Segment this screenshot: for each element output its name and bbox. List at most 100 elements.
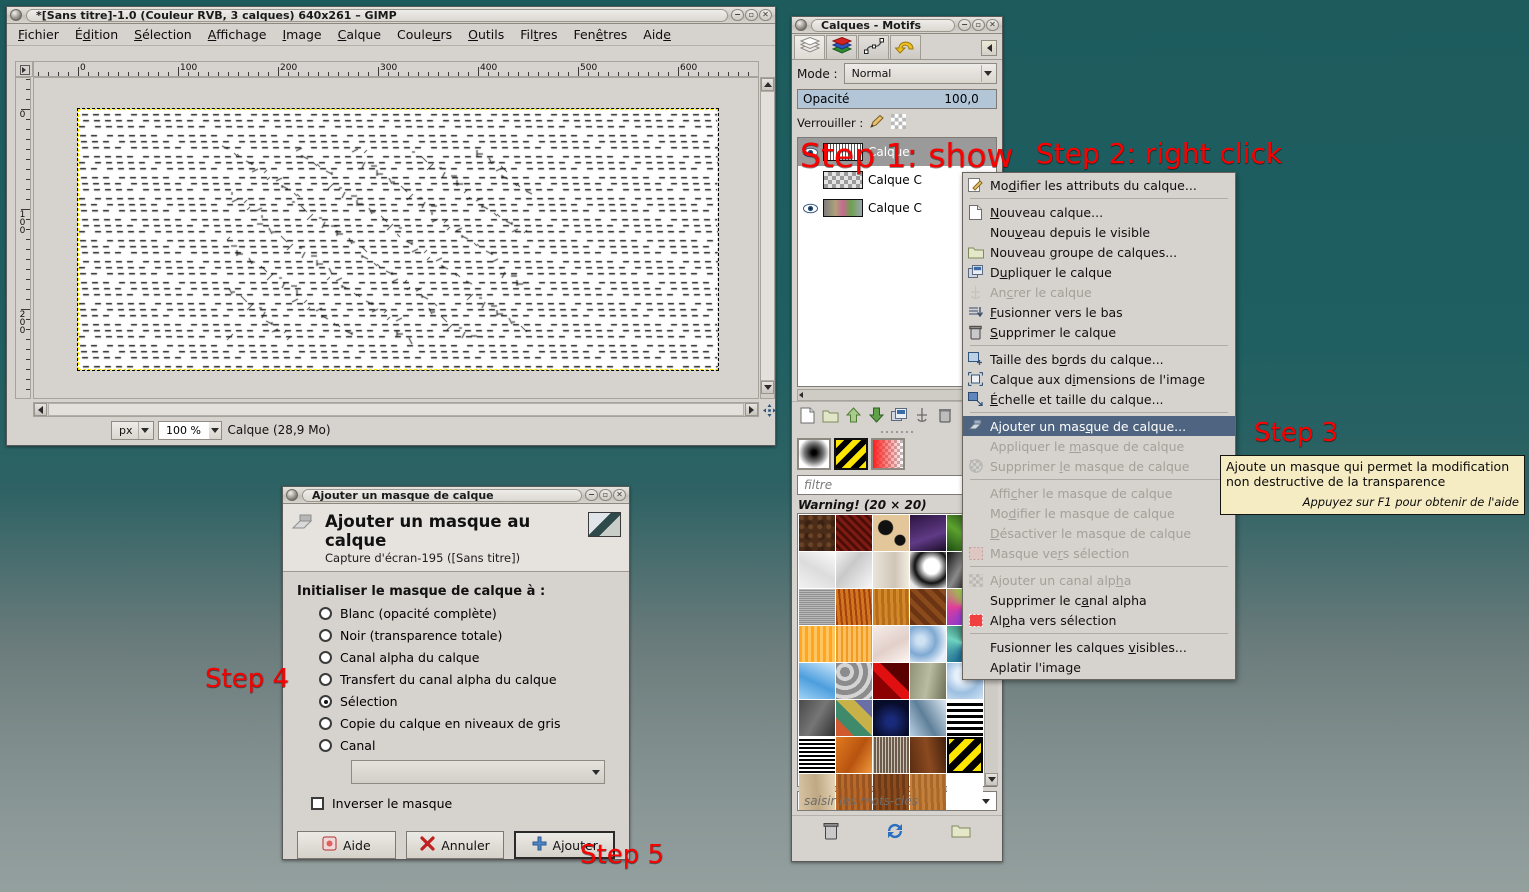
menu-calque[interactable]: Calque (331, 25, 388, 44)
tab-layers[interactable] (794, 35, 825, 59)
close-button[interactable]: ✕ (986, 19, 999, 31)
menu-item-supprimer-le-canal-alpha[interactable]: Supprimer le canal alpha (963, 590, 1235, 610)
pattern-swatch[interactable] (799, 700, 835, 736)
pattern-swatch[interactable] (799, 589, 835, 625)
dock-menu-button[interactable] (981, 40, 997, 56)
menu-item-chelle-et-taille-du-calque[interactable]: Échelle et taille du calque... (963, 389, 1235, 409)
pattern-swatch[interactable] (836, 589, 872, 625)
menu-item-nouveau-calque[interactable]: Nouveau calque... (963, 202, 1235, 222)
mask-init-option-0[interactable]: Blanc (opacité complète) (319, 606, 615, 621)
pattern-swatch[interactable] (873, 626, 909, 662)
refresh-icon[interactable] (885, 822, 905, 843)
pattern-swatch[interactable] (799, 552, 835, 588)
delete-icon[interactable] (823, 822, 839, 843)
pattern-swatch[interactable] (836, 663, 872, 699)
menu-outils[interactable]: Outils (461, 25, 511, 44)
pattern-swatch[interactable] (836, 737, 872, 773)
lock-alpha-icon[interactable] (891, 114, 907, 132)
menu-item-nouveau-depuis-le-visible[interactable]: Nouveau depuis le visible (963, 222, 1235, 242)
anchor-layer-icon[interactable] (913, 406, 931, 424)
pattern-indicator[interactable] (834, 438, 868, 470)
menu-item-nouveau-groupe-de-calques[interactable]: Nouveau groupe de calques... (963, 242, 1235, 262)
pattern-swatch[interactable] (799, 737, 835, 773)
mask-init-option-6[interactable]: Canal (319, 738, 615, 753)
pattern-swatch[interactable] (947, 737, 983, 773)
help-button[interactable]: Aide (297, 831, 396, 859)
brush-indicator[interactable] (797, 438, 831, 470)
zoom-dropdown-button[interactable] (208, 420, 222, 440)
close-button[interactable]: ✕ (759, 9, 772, 21)
mask-dialog-titlebar[interactable]: Ajouter un masque de calque − ▫ ✕ (283, 487, 629, 504)
patterns-grid[interactable] (798, 514, 984, 810)
maximize-button[interactable]: ▫ (745, 9, 758, 21)
new-layer-icon[interactable] (798, 406, 816, 424)
blend-mode-select[interactable]: Normal (843, 63, 997, 84)
pattern-swatch[interactable] (947, 700, 983, 736)
pattern-swatch[interactable] (799, 515, 835, 551)
pattern-swatch[interactable] (873, 589, 909, 625)
pattern-swatch[interactable] (873, 515, 909, 551)
mask-init-option-4[interactable]: Sélection (319, 694, 615, 709)
menu-edition[interactable]: Édition (68, 25, 125, 44)
mask-init-option-1[interactable]: Noir (transparence totale) (319, 628, 615, 643)
mask-init-option-3[interactable]: Transfert du canal alpha du calque (319, 672, 615, 687)
mask-init-option-2[interactable]: Canal alpha du calque (319, 650, 615, 665)
menu-selection[interactable]: Sélection (127, 25, 199, 44)
pattern-swatch[interactable] (836, 515, 872, 551)
menu-item-supprimer-le-calque[interactable]: Supprimer le calque (963, 322, 1235, 342)
menu-item-fusionner-les-calques-visibles[interactable]: Fusionner les calques visibles... (963, 637, 1235, 657)
pattern-swatch[interactable] (910, 515, 946, 551)
pattern-swatch[interactable] (910, 589, 946, 625)
menu-item-modifier-les-attributs-du-calque[interactable]: Modifier les attributs du calque... (963, 175, 1235, 195)
radio-button[interactable] (319, 673, 332, 686)
mask-init-option-5[interactable]: Copie du calque en niveaux de gris (319, 716, 615, 731)
radio-button[interactable] (319, 651, 332, 664)
cancel-button[interactable]: Annuler (405, 831, 505, 859)
channel-select[interactable] (351, 760, 605, 784)
radio-button[interactable] (319, 739, 332, 752)
new-group-icon[interactable] (821, 406, 839, 424)
maximize-button[interactable]: ▫ (972, 19, 985, 31)
canvas-area[interactable] (33, 77, 759, 399)
radio-button[interactable] (319, 695, 332, 708)
canvas-horizontal-scrollbar[interactable] (33, 402, 759, 417)
menu-item-calque-aux-dimensions-de-l-image[interactable]: Calque aux dimensions de l'image (963, 369, 1235, 389)
radio-button[interactable] (319, 629, 332, 642)
image-canvas[interactable] (77, 108, 719, 371)
canvas-vertical-scrollbar[interactable] (760, 77, 775, 399)
pattern-swatch[interactable] (947, 774, 983, 810)
menu-item-ajouter-un-masque-de-calque[interactable]: Ajouter un masque de calque... (963, 416, 1235, 436)
menu-item-dupliquer-le-calque[interactable]: Dupliquer le calque (963, 262, 1235, 282)
menu-item-taille-des-bords-du-calque[interactable]: Taille des bords du calque... (963, 349, 1235, 369)
invert-mask-row[interactable]: Inverser le masque (311, 796, 615, 811)
pattern-swatch[interactable] (910, 663, 946, 699)
delete-layer-icon[interactable] (936, 406, 954, 424)
menu-item-aplatir-l-image[interactable]: Aplatir l'image (963, 657, 1235, 677)
minimize-button[interactable]: − (731, 9, 744, 21)
radio-button[interactable] (319, 607, 332, 620)
tab-paths[interactable] (858, 35, 889, 59)
pattern-swatch[interactable] (799, 626, 835, 662)
tab-patterns[interactable] (826, 35, 857, 59)
duplicate-layer-icon[interactable] (890, 406, 908, 424)
menu-aide[interactable]: Aide (636, 25, 678, 44)
layer-visibility-icon[interactable] (802, 173, 818, 187)
layer-visibility-icon[interactable] (802, 201, 818, 215)
menu-filtres[interactable]: Filtres (513, 25, 564, 44)
lower-layer-icon[interactable] (867, 406, 885, 424)
unit-selector[interactable]: px (111, 420, 154, 440)
opacity-slider[interactable]: Opacité 100,0 (797, 89, 997, 109)
tab-undo-history[interactable] (890, 35, 921, 59)
pattern-swatch[interactable] (873, 552, 909, 588)
pattern-swatch[interactable] (910, 737, 946, 773)
minimize-button[interactable]: − (585, 489, 598, 501)
navigation-move-icon[interactable] (762, 403, 776, 417)
radio-button[interactable] (319, 717, 332, 730)
minimize-button[interactable]: − (958, 19, 971, 31)
pattern-swatch[interactable] (873, 737, 909, 773)
menu-fenetres[interactable]: Fenêtres (566, 25, 634, 44)
menu-fichier[interactable]: Fichier (11, 25, 66, 44)
raise-layer-icon[interactable] (844, 406, 862, 424)
menu-item-fusionner-vers-le-bas[interactable]: Fusionner vers le bas (963, 302, 1235, 322)
pattern-swatch[interactable] (836, 626, 872, 662)
